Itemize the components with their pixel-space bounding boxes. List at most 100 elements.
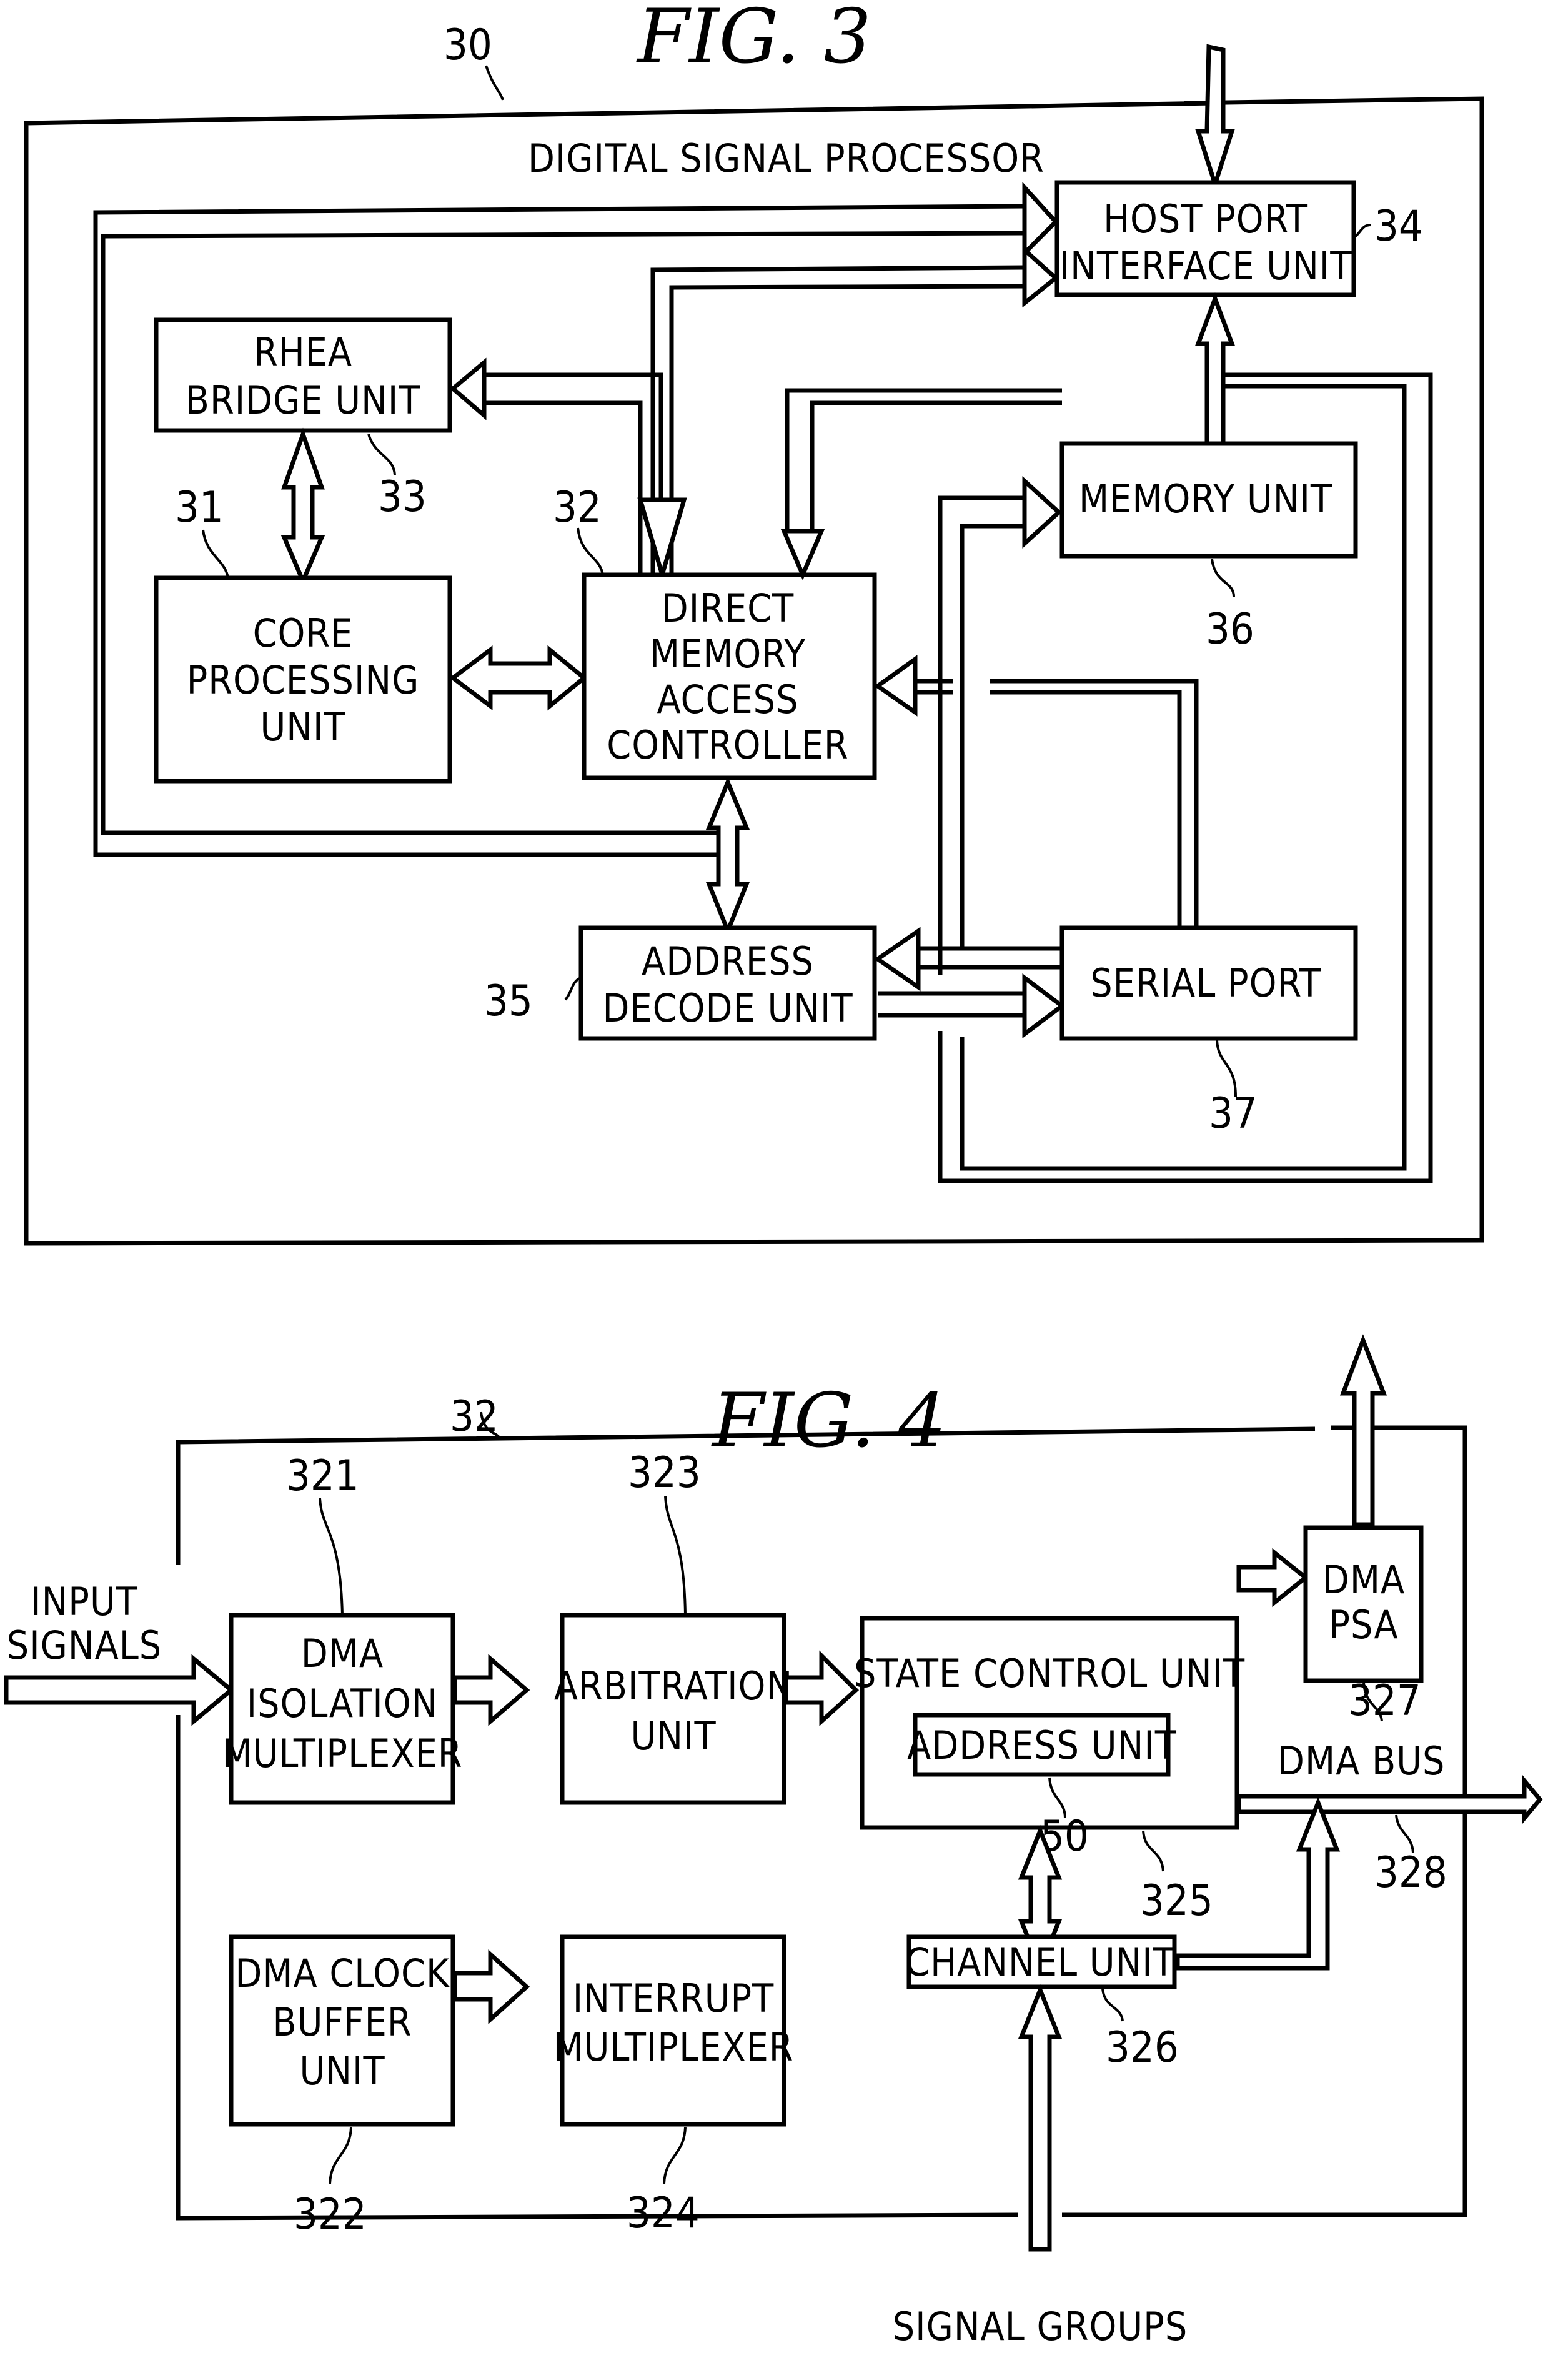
bus-serial-mem-b	[960, 524, 1025, 950]
interrupt-line-2: MULTIPLEXER	[553, 2024, 793, 2070]
leader-33	[367, 434, 396, 475]
fig3-ref-30: 30	[444, 21, 492, 70]
core-line-2: PROCESSING	[187, 657, 420, 703]
decode-line-1: ADDRESS	[642, 938, 814, 984]
clock-out-arrow	[452, 1949, 530, 2024]
host-arrow-head-2	[1022, 245, 1059, 308]
ref-33: 33	[378, 472, 427, 522]
isolation-line-1: DMA	[301, 1631, 384, 1676]
ref-324: 324	[627, 2189, 700, 2238]
dma-bus-label: DMA BUS	[1278, 1738, 1445, 1784]
core-line-1: CORE	[253, 610, 354, 656]
bus-mem-dma-a	[785, 388, 1062, 531]
ref-322: 322	[294, 2190, 367, 2239]
address-unit-line-1: ADDRESS UNIT	[907, 1723, 1177, 1768]
bus-serial-mem-a	[938, 495, 1025, 975]
leader-30	[485, 65, 504, 101]
decode-line-2: DECODE UNIT	[602, 985, 853, 1031]
host-input-arrow	[1195, 44, 1235, 192]
signal-groups-label: SIGNAL GROUPS	[893, 2304, 1188, 2349]
ref-36: 36	[1206, 605, 1254, 654]
ref-321: 321	[286, 1451, 359, 1501]
ref-327: 327	[1348, 1676, 1421, 1726]
arbitration-line-2: UNIT	[630, 1713, 716, 1759]
serial-line-1: SERIAL PORT	[1090, 960, 1321, 1006]
bus-rhea-dma-b	[484, 372, 663, 500]
leader-324	[663, 2127, 687, 2184]
input-signals-arrow	[4, 1654, 235, 1726]
bus-decode-serial	[878, 991, 1025, 1018]
ref-37: 37	[1209, 1089, 1258, 1138]
ref-323: 323	[628, 1448, 701, 1498]
leader-326	[1101, 1988, 1124, 2022]
bus-serial-dma-b	[990, 690, 1182, 928]
psa-out-arrow	[1339, 1334, 1387, 1527]
decode-in-arrow	[873, 927, 921, 992]
interrupt-line-1: INTERRUPT	[573, 1976, 774, 2021]
isolation-line-2: ISOLATION	[247, 1681, 439, 1726]
fig4-ref-32: 32	[450, 1392, 499, 1441]
rhea-core-arrow	[280, 427, 325, 587]
signal-groups-arrow	[1018, 1984, 1063, 2252]
leader-323	[664, 1496, 687, 1616]
psa-line-1: DMA	[1322, 1557, 1405, 1603]
fig3-title: FIG. 3	[636, 0, 871, 81]
leader-31	[202, 529, 229, 579]
ref-32: 32	[553, 483, 602, 532]
arbitration-out-arrow	[783, 1650, 860, 1726]
dma-line-4: CONTROLLER	[607, 722, 848, 768]
dma-line-1: DIRECT	[662, 585, 794, 631]
leader-325	[1142, 1830, 1164, 1872]
input-label-2: SIGNALS	[7, 1623, 162, 1668]
leader-32	[577, 527, 604, 575]
ref-35: 35	[484, 977, 533, 1026]
dma-line-3: ACCESS	[657, 677, 798, 722]
leader-36	[1211, 559, 1235, 597]
isolation-out-arrow	[452, 1654, 530, 1726]
ref-325: 325	[1140, 1876, 1213, 1926]
leader-37	[1216, 1040, 1237, 1097]
host-port-line-2: INTERFACE UNIT	[1059, 243, 1352, 289]
host-port-line-1: HOST PORT	[1103, 196, 1308, 242]
memory-line-1: MEMORY UNIT	[1079, 476, 1332, 522]
mem-dma-arrow-head	[780, 529, 825, 580]
ref-328: 328	[1374, 1848, 1447, 1898]
ref-326: 326	[1106, 2023, 1179, 2072]
dma-right-arrow-head	[873, 655, 918, 717]
channel-line-1: CHANNEL UNIT	[905, 1939, 1175, 1985]
dma-line-2: MEMORY	[650, 631, 806, 677]
bus-serial-dma-a	[990, 679, 1199, 928]
rhea-arrow-head	[449, 357, 487, 420]
memory-in-arrow	[1022, 476, 1063, 549]
arbitration-unit	[560, 1613, 786, 1805]
dma-bus-arrow	[1236, 1774, 1543, 1824]
leader-322	[329, 2127, 352, 2184]
arbitration-line-1: ARBITRATION	[554, 1663, 793, 1709]
core-dma-arrow	[449, 645, 588, 711]
clock-line-2: BUFFER	[272, 1999, 412, 2045]
bus-dma-host-b	[669, 284, 1025, 575]
rhea-line-2: BRIDGE UNIT	[186, 377, 421, 423]
state-control-line-1: STATE CONTROL UNIT	[854, 1651, 1245, 1696]
leader-34	[1353, 224, 1372, 239]
figure-4: FIG. 4 32 INPUT SIGNALS DMA ISOLATION MU…	[4, 1334, 1543, 2349]
input-label-1: INPUT	[31, 1579, 138, 1624]
ref-31: 31	[175, 483, 224, 532]
patent-figures: FIG. 3 30 DIGITAL SIGNAL PROCESSOR HOST …	[4, 0, 1543, 2349]
ref-34: 34	[1374, 202, 1423, 251]
dma-down-arrow-a	[637, 497, 687, 583]
leader-328	[1395, 1814, 1414, 1853]
serial-in-arrow	[1022, 973, 1066, 1038]
state-psa-arrow	[1236, 1548, 1309, 1608]
bus-dma-host-a	[650, 265, 1025, 575]
psa-line-2: PSA	[1329, 1602, 1398, 1648]
fig4-title: FIG. 4	[711, 1378, 946, 1465]
figure-3: FIG. 3 30 DIGITAL SIGNAL PROCESSOR HOST …	[24, 0, 1484, 1246]
rhea-line-1: RHEA	[254, 329, 352, 375]
leader-35	[564, 977, 582, 1001]
core-line-3: UNIT	[260, 704, 345, 750]
isolation-line-3: MULTIPLEXER	[222, 1731, 462, 1776]
bus-serial-dma-stub	[915, 679, 953, 695]
clock-line-3: UNIT	[299, 2048, 385, 2094]
host-arrow-head-1	[1022, 181, 1059, 259]
